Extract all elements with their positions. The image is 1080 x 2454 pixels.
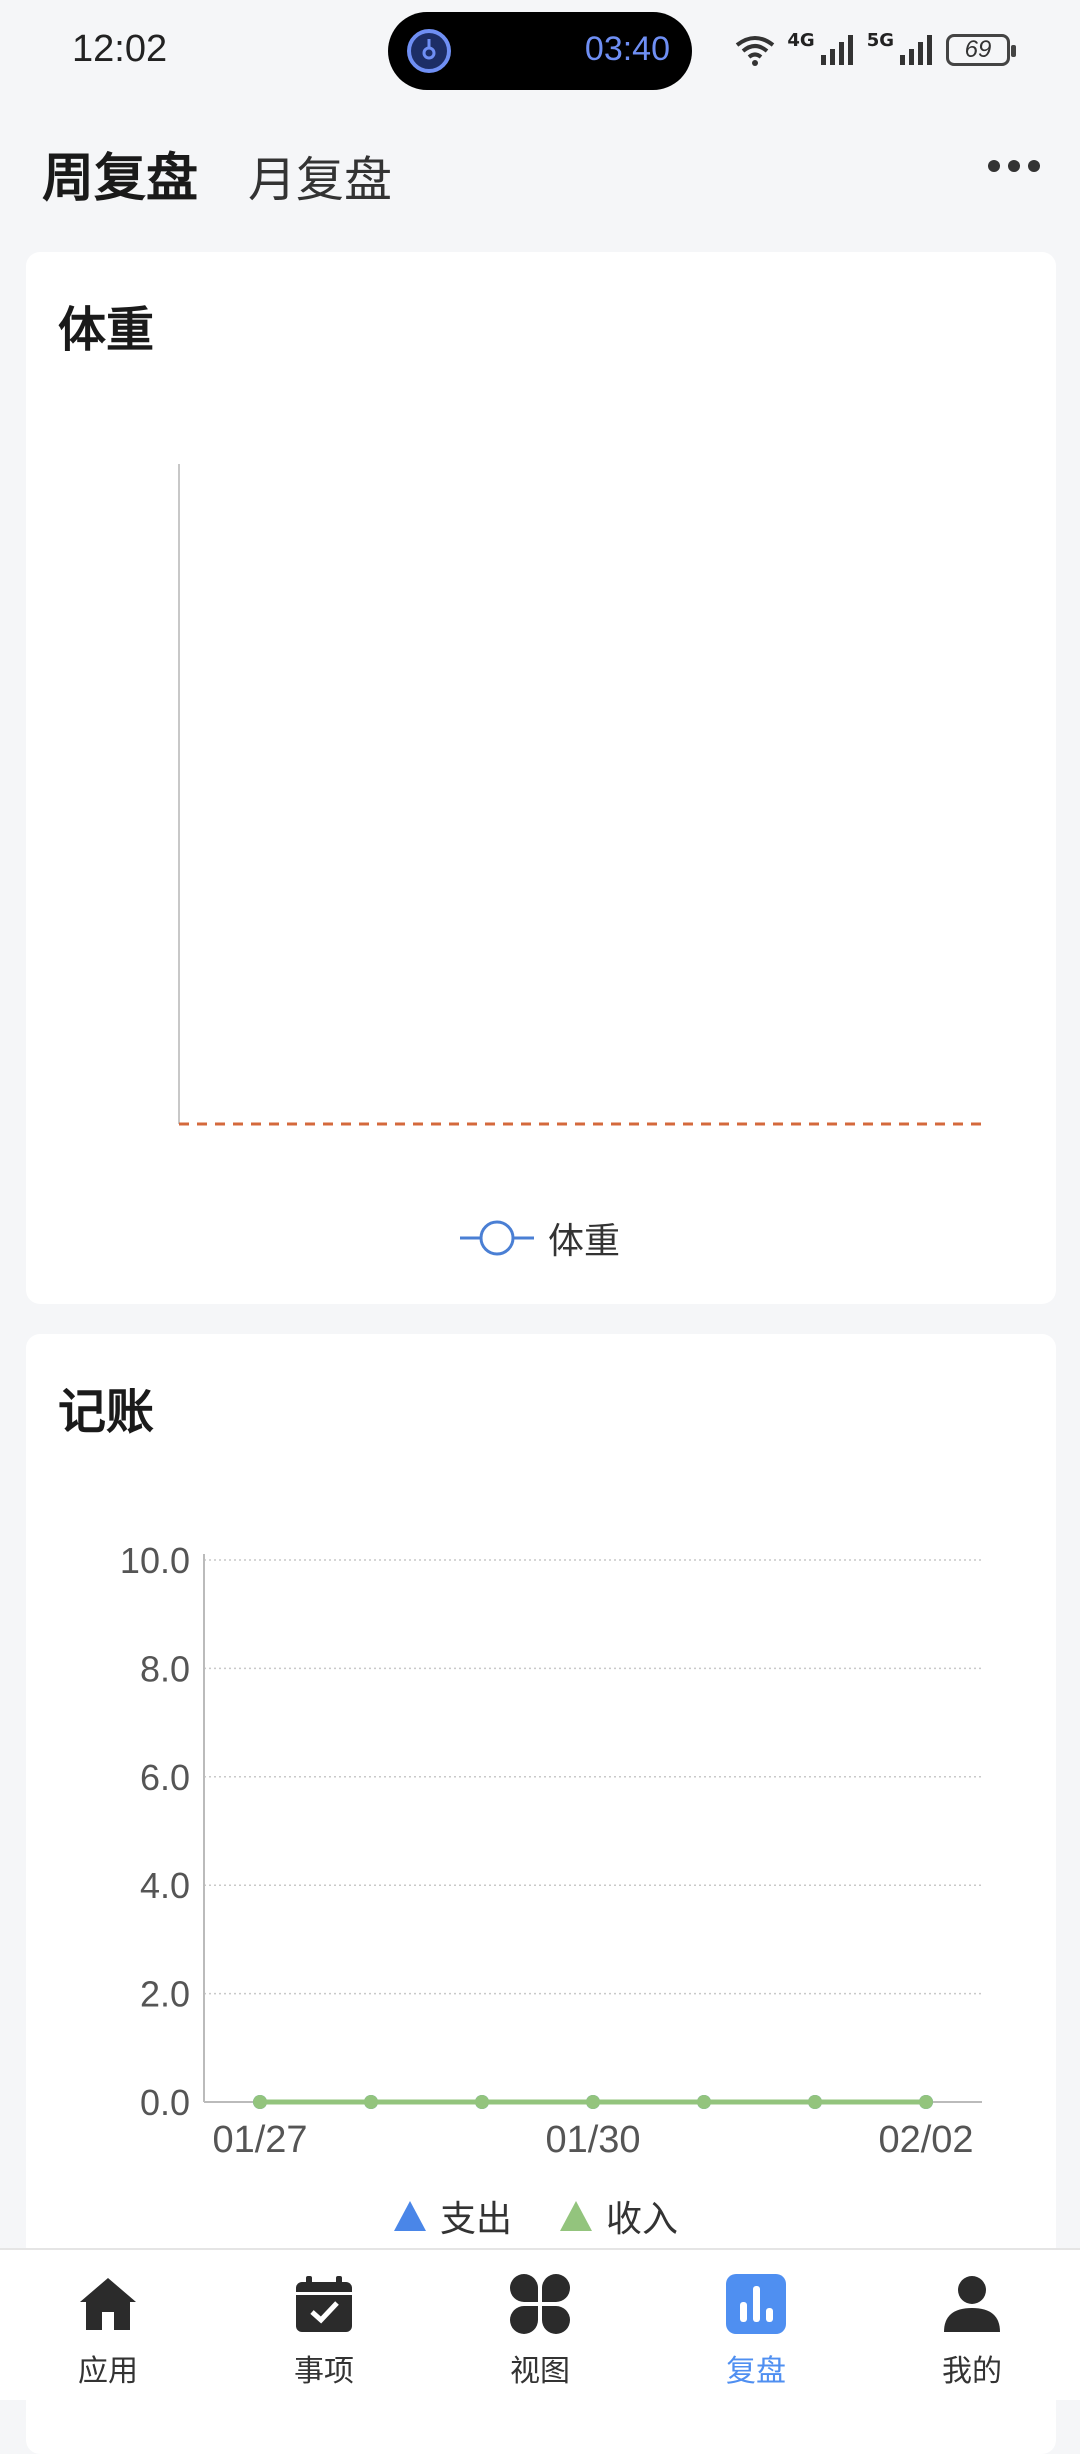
- nav-label-apps: 应用: [78, 2354, 138, 2389]
- x-tick-label: 01/30: [545, 2119, 640, 2161]
- nav-item-review[interactable]: 复盘: [648, 2250, 864, 2400]
- legend-label-expense: 支出: [440, 2199, 513, 2240]
- y-tick-label: 8.0: [140, 1648, 190, 1689]
- island-timer-text: 03:40: [584, 30, 670, 68]
- signal-icon-1: [820, 35, 853, 65]
- legend-item-expense[interactable]: 支出: [392, 2190, 512, 2242]
- signal-icon-2: [900, 35, 932, 65]
- status-clock: 12:02: [72, 28, 168, 70]
- weight-chart: [178, 464, 982, 1126]
- data-point-1: [475, 2095, 489, 2109]
- dynamic-island[interactable]: 03:40: [388, 12, 692, 90]
- calendar-check-icon: [296, 2276, 352, 2332]
- x-tick-label: 01/27: [212, 2119, 307, 2161]
- nav-label-review: 复盘: [726, 2354, 786, 2389]
- y-tick-label: 2.0: [140, 1974, 190, 2015]
- data-point-1: [697, 2095, 711, 2109]
- weight-legend-marker-icon: [460, 1220, 534, 1256]
- battery-level: 69: [964, 36, 992, 63]
- nav-label-tasks: 事项: [294, 2354, 354, 2389]
- nav-item-apps[interactable]: 应用: [0, 2250, 216, 2400]
- nav-item-tasks[interactable]: 事项: [216, 2250, 432, 2400]
- weight-legend[interactable]: 体重: [460, 1212, 620, 1264]
- ledger-chart: 0.0 2.0 4.0 6.0 8.0 10.0 01/27 01/30 02/02: [120, 1540, 982, 2161]
- nav-label-views: 视图: [510, 2354, 570, 2389]
- y-tick-label: 6.0: [140, 1757, 190, 1798]
- more-options-icon[interactable]: [988, 160, 1040, 172]
- timer-icon: [407, 29, 451, 73]
- wifi-icon: [736, 36, 775, 66]
- tab-weekly-review[interactable]: 周复盘: [42, 136, 198, 211]
- network-type-1: 4G: [787, 29, 815, 51]
- nav-item-me[interactable]: 我的: [864, 2250, 1080, 2400]
- nav-item-views[interactable]: 视图: [432, 2250, 648, 2400]
- legend-item-income[interactable]: 收入: [558, 2190, 678, 2242]
- data-point-1: [364, 2095, 378, 2109]
- data-point-1: [808, 2095, 822, 2109]
- y-tick-label: 4.0: [140, 1865, 190, 1906]
- nav-label-me: 我的: [942, 2354, 1002, 2389]
- triangle-icon: [394, 2201, 426, 2231]
- four-leaf-icon: [510, 2274, 570, 2334]
- y-tick-label: 10.0: [120, 1540, 190, 1581]
- y-tick-label: 0.0: [140, 2082, 190, 2123]
- network-type-2: 5G: [866, 29, 894, 51]
- triangle-icon: [560, 2201, 593, 2231]
- review-tabs: 周复盘 月复盘: [42, 136, 392, 211]
- bottom-nav: 应用 事项 视图 复盘 我的: [0, 2248, 1080, 2400]
- user-icon: [944, 2276, 1000, 2332]
- data-point-1: [919, 2095, 933, 2109]
- weight-legend-label: 体重: [548, 1221, 621, 1262]
- data-point-1: [586, 2095, 600, 2109]
- ledger-legend: 支出 收入: [392, 2190, 678, 2242]
- home-icon: [80, 2278, 136, 2330]
- weight-card: 体重 体重: [26, 252, 1056, 1304]
- x-tick-label: 02/02: [878, 2119, 973, 2161]
- status-icons: 4G 5G 69: [733, 28, 1016, 72]
- legend-label-income: 收入: [606, 2199, 679, 2240]
- battery-indicator: 69: [946, 34, 1016, 66]
- tab-monthly-review[interactable]: 月复盘: [248, 140, 392, 210]
- data-point-1: [253, 2095, 267, 2109]
- bar-chart-icon: [726, 2274, 786, 2334]
- status-bar: 12:02 03:40 4G 5G 69: [0, 0, 1080, 100]
